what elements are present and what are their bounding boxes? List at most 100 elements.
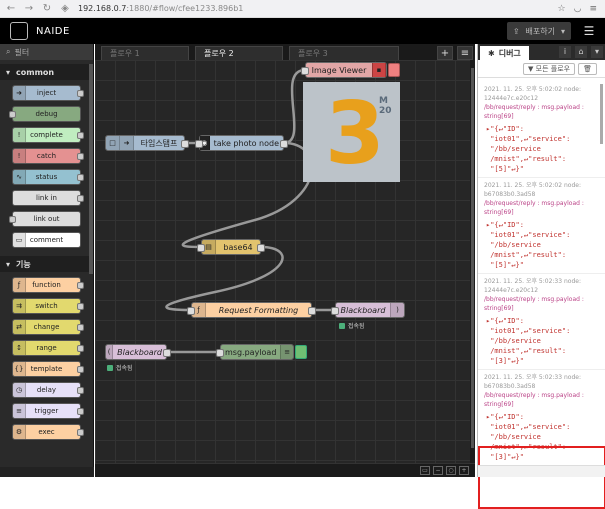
palette-node-template[interactable]: {} template: [12, 361, 84, 377]
input-port[interactable]: [216, 349, 224, 357]
clear-messages-button[interactable]: 🗑: [578, 62, 597, 75]
palette-filter[interactable]: ⌕ 필터: [0, 44, 93, 60]
palette-node-link-out[interactable]: link out: [9, 211, 81, 227]
palette-node-comment[interactable]: ▭ comment: [12, 232, 81, 248]
scroll-thumb[interactable]: [471, 68, 474, 448]
palette-node-catch[interactable]: ! catch: [12, 148, 84, 164]
output-port: [77, 387, 84, 394]
output-port[interactable]: [181, 140, 189, 148]
tab-flow-3[interactable]: 플로우 3: [289, 46, 399, 60]
palette-filter-input[interactable]: 필터: [14, 47, 29, 58]
info-icon[interactable]: i: [559, 46, 571, 58]
message-node-label: node:: [563, 86, 581, 93]
palette-node-inject[interactable]: ➜ inject: [12, 85, 84, 101]
add-tab-icon[interactable]: +: [437, 46, 453, 60]
chevron-down-icon[interactable]: ▾: [591, 46, 603, 58]
message-node-id[interactable]: 12444e7c.e20c12: [484, 286, 599, 295]
reload-icon[interactable]: ↻: [40, 2, 54, 16]
search-icon: ⌕: [6, 47, 11, 56]
message-payload[interactable]: ▸"{↵"ID": "iot01",↵"service": "/bb/servi…: [484, 220, 599, 270]
base64-node[interactable]: ▤ base64: [197, 239, 265, 255]
debug-message[interactable]: 2021. 11. 25. 오후 5:02:33 node: 12444e7c.…: [478, 274, 605, 370]
message-node-id[interactable]: b67083b0.3ad58: [484, 190, 599, 199]
palette-node-trigger[interactable]: ≡ trigger: [12, 403, 84, 419]
palette-node-link-in[interactable]: link in: [12, 190, 84, 206]
pocket-icon[interactable]: ◡: [574, 4, 582, 14]
timestamp-node[interactable]: □ ➜ 타임스탬프: [105, 135, 189, 151]
palette-node-debug[interactable]: debug: [9, 106, 81, 122]
palette-node-status[interactable]: ∿ status: [12, 169, 84, 185]
main-menu-icon[interactable]: ☰: [579, 22, 599, 40]
chevron-down-icon[interactable]: ▾: [561, 27, 565, 36]
debug-message[interactable]: 2021. 11. 25. 오후 5:02:02 node: b67083b0.…: [478, 178, 605, 274]
message-node-id[interactable]: b67083b0.3ad58: [484, 382, 599, 391]
input-port[interactable]: [195, 140, 203, 148]
output-port: [77, 153, 84, 160]
deploy-button[interactable]: ⇪ 배포하기 ▾: [506, 22, 571, 40]
palette-node-function[interactable]: ƒ function: [12, 277, 84, 293]
tab-flow-1[interactable]: 플로우 1: [101, 46, 189, 60]
image-viewer-node[interactable]: Image Viewer ▪: [301, 62, 387, 78]
blackboard-in-node[interactable]: ( Blackboard: [105, 344, 171, 360]
canvas-scrollbar[interactable]: [470, 60, 475, 463]
bug-icon: ✱: [488, 48, 495, 58]
status-dot: [339, 322, 345, 329]
output-port[interactable]: [257, 244, 265, 252]
palette-category-common[interactable]: ▾ common: [0, 64, 93, 80]
message-type: string[69]: [484, 305, 514, 312]
back-icon[interactable]: ←: [4, 2, 18, 16]
input-port[interactable]: [301, 67, 309, 75]
zoom-reset-icon[interactable]: ○: [446, 466, 456, 475]
palette-node-exec[interactable]: ⚙ exec: [12, 424, 84, 440]
message-node-id[interactable]: 12444e7c.e20c12: [484, 94, 599, 103]
palette-node-switch[interactable]: ⇉ switch: [12, 298, 84, 314]
debug-toggle-button[interactable]: [295, 345, 307, 359]
flow-canvas[interactable]: □ ➜ 타임스탬프 ◉ take photo node Image Viewer…: [95, 60, 470, 463]
request-formatting-node[interactable]: ƒ Request Formatting: [187, 302, 316, 318]
workspace-tabs: 플로우 1 플로우 2 플로우 3 + ≡: [95, 44, 475, 60]
browser-menu-icon[interactable]: ≡: [589, 4, 597, 14]
template-icon: {}: [13, 362, 26, 376]
address-bar[interactable]: 192.168.0.7:1880/#flow/cfee1233.896b1: [78, 4, 558, 13]
palette-node-range[interactable]: ↕ range: [12, 340, 84, 356]
shield-icon[interactable]: ◈: [58, 2, 72, 16]
forward-icon[interactable]: →: [22, 2, 36, 16]
tab-list-icon[interactable]: ≡: [457, 46, 473, 60]
node-label: change: [33, 323, 60, 331]
output-port[interactable]: [308, 307, 316, 315]
output-port[interactable]: [280, 140, 288, 148]
inject-button-icon[interactable]: □: [106, 136, 120, 150]
node-label: Image Viewer: [311, 65, 367, 75]
input-port[interactable]: [197, 244, 205, 252]
zoom-in-icon[interactable]: +: [459, 466, 469, 475]
palette-node-complete[interactable]: ! complete: [12, 127, 84, 143]
comment-icon: ▭: [13, 233, 26, 247]
input-port[interactable]: [187, 307, 195, 315]
home-icon[interactable]: ⌂: [575, 46, 587, 58]
tab-debug[interactable]: ✱ 디버그: [480, 46, 529, 60]
take-photo-node[interactable]: ◉ take photo node: [195, 135, 288, 151]
switch-icon: ⇉: [13, 299, 26, 313]
output-port: [77, 366, 84, 373]
filter-label: 모든 플로우: [535, 64, 571, 73]
status-text: 접속됨: [116, 365, 133, 372]
output-port[interactable]: [163, 349, 171, 357]
zoom-out-icon[interactable]: −: [433, 466, 443, 475]
map-icon[interactable]: ▭: [420, 466, 430, 475]
palette-category-function[interactable]: ▾ 기능: [0, 256, 93, 272]
sidebar-scrollbar[interactable]: [600, 84, 603, 144]
message-payload[interactable]: ▸"{↵"ID": "iot01",↵"service": "/bb/servi…: [484, 316, 599, 366]
palette-node-change[interactable]: ⇄ change: [12, 319, 84, 335]
message-payload[interactable]: ▸"{↵"ID": "iot01",↵"service": "/bb/servi…: [484, 124, 599, 174]
bookmark-star-icon[interactable]: ☆: [558, 4, 566, 14]
palette-scrollbar[interactable]: [89, 64, 93, 274]
blackboard-out-node[interactable]: Blackboard ): [331, 302, 405, 318]
image-viewer-toggle-button[interactable]: [388, 63, 400, 77]
input-port[interactable]: [331, 307, 339, 315]
debug-message[interactable]: 2021. 11. 25. 오후 5:02:02 node: 12444e7c.…: [478, 82, 605, 178]
bridge-icon: ): [390, 303, 404, 317]
filter-flows-button[interactable]: ▼ 모든 플로우: [523, 62, 576, 75]
palette-node-delay[interactable]: ◷ delay: [12, 382, 84, 398]
msg-payload-node[interactable]: msg.payload ≡: [216, 344, 294, 360]
tab-flow-2[interactable]: 플로우 2: [195, 46, 283, 60]
